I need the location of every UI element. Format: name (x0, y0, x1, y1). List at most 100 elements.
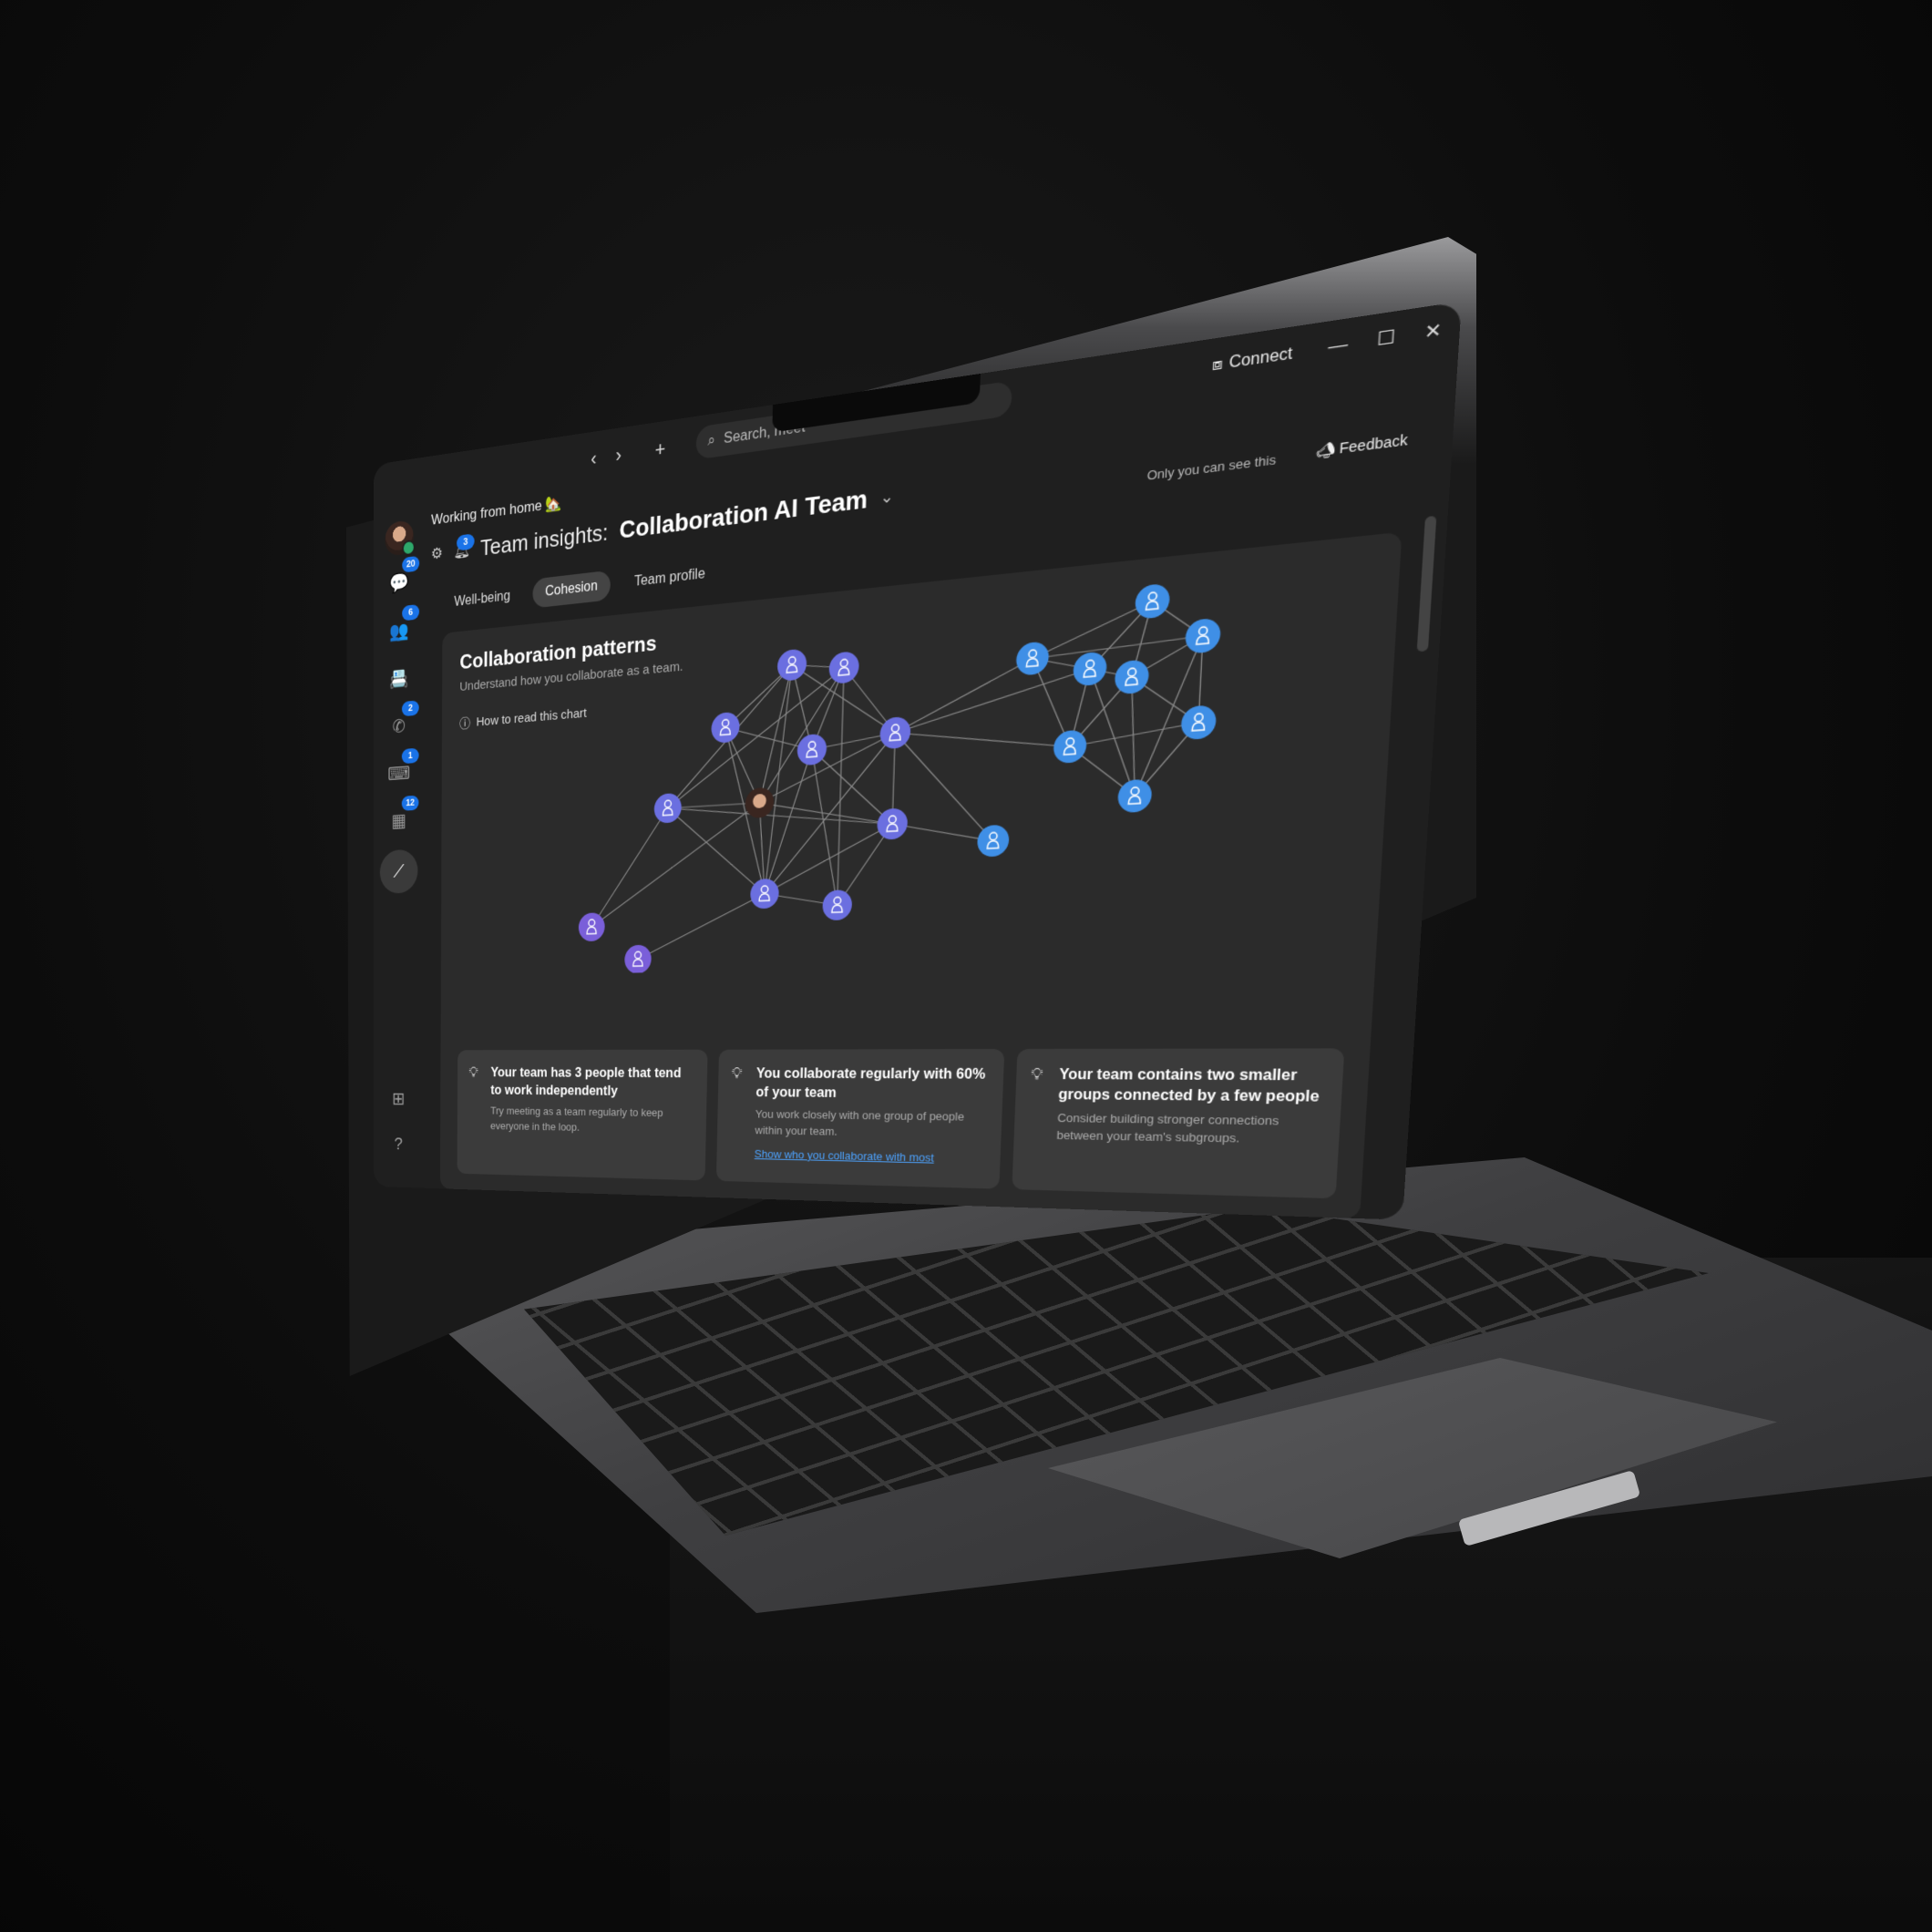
connect-icon: ⧈ (1211, 355, 1224, 375)
network-edge (807, 747, 841, 906)
tab-well-being[interactable]: Well-being (442, 581, 522, 618)
people-icon: 👥 (389, 619, 409, 642)
network-edge (1070, 723, 1198, 747)
network-node[interactable] (653, 792, 683, 824)
rail-badge: 6 (402, 603, 420, 622)
network-node[interactable] (1184, 617, 1222, 654)
search-icon: ⌕ (707, 432, 716, 449)
app-window: ‹ › + ⌕ Search, meet ⧈ Connect — ☐ ✕ 💬 20… (374, 301, 1462, 1220)
apps-add-icon: ⊞ (392, 1088, 406, 1109)
info-icon: ⓘ (459, 716, 471, 732)
network-node[interactable] (1015, 641, 1050, 676)
help-icon: ? (394, 1134, 403, 1154)
lightbulb-icon: 💡︎ (1030, 1064, 1043, 1084)
bell-icon[interactable]: 🔔︎3 (453, 532, 475, 560)
network-node[interactable] (822, 889, 853, 921)
network-edge (765, 733, 895, 894)
insight-card: 💡︎ Your team contains two smaller groups… (1012, 1048, 1345, 1199)
title-bar: ‹ › + ⌕ Search, meet ⧈ Connect — ☐ ✕ (374, 302, 1462, 515)
privacy-note: Only you can see this (1146, 451, 1277, 483)
network-edge (591, 808, 668, 927)
connect-label: Connect (1228, 344, 1293, 373)
chat-icon: 💬 (389, 570, 409, 595)
network-edge (891, 725, 997, 846)
rail-item-help[interactable]: ? (383, 1126, 413, 1161)
rail-item-teams[interactable]: 👥 6 (384, 603, 420, 652)
scrollbar[interactable] (1416, 515, 1437, 653)
network-node[interactable] (624, 944, 652, 974)
rail-item-voicemail[interactable]: ⌨ 1 (384, 747, 419, 793)
presence-indicator (402, 539, 416, 557)
network-node[interactable] (578, 912, 605, 942)
rail-item-messaging[interactable]: 💬 20 (384, 555, 420, 603)
network-node[interactable] (1073, 651, 1108, 687)
megaphone-icon: 📣︎ (1315, 440, 1336, 460)
feedback-label: Feedback (1339, 431, 1409, 457)
collaboration-network (578, 582, 1222, 974)
network-node[interactable] (1053, 729, 1087, 765)
network-node[interactable] (1180, 704, 1218, 741)
rail-badge: 12 (401, 795, 419, 811)
rail-item-apps[interactable]: ⊞ (384, 1082, 414, 1116)
rail-item-contacts[interactable]: 📇 (384, 660, 415, 699)
new-container: + (654, 437, 665, 462)
calendar-icon: ▦ (391, 809, 406, 831)
team-selector[interactable]: Collaboration AI Team (619, 484, 868, 544)
network-node[interactable] (796, 733, 827, 766)
feedback-button[interactable]: 📣︎ Feedback (1315, 431, 1408, 460)
network-node[interactable] (1134, 582, 1171, 620)
contacts-icon: 📇 (389, 667, 409, 690)
rail-item-insights[interactable]: ⟋ (379, 848, 418, 894)
rail-badge: 20 (402, 555, 420, 573)
network-node[interactable] (1117, 778, 1153, 814)
rail-item-calling[interactable]: ✆ 2 (384, 700, 419, 745)
network-edge (667, 795, 893, 836)
insight-body: Consider building stronger connections b… (1056, 1111, 1279, 1146)
network-node[interactable] (828, 651, 860, 684)
insights-icon: ⟋ (393, 860, 405, 882)
insight-title: Your team has 3 people that tend to work… (490, 1065, 682, 1099)
network-node[interactable] (976, 824, 1010, 858)
show-collaborators-link[interactable]: Show who you collaborate with most (755, 1147, 934, 1165)
network-edge (1033, 601, 1153, 659)
insight-card: 💡︎ Your team has 3 people that tend to w… (457, 1049, 708, 1181)
insight-title: Your team contains two smaller groups co… (1057, 1067, 1321, 1105)
chevron-down-icon[interactable]: ⌄ (879, 486, 895, 508)
tab-team-profile[interactable]: Team profile (622, 558, 719, 599)
close-button[interactable]: ✕ (1423, 319, 1442, 344)
network-node[interactable] (1114, 659, 1150, 695)
insight-body: Try meeting as a team regularly to keep … (490, 1105, 663, 1134)
rail-badge: 1 (401, 747, 419, 765)
insight-cards: 💡︎ Your team has 3 people that tend to w… (457, 1048, 1345, 1199)
minimize-button[interactable]: — (1328, 333, 1349, 357)
network-edge (759, 795, 893, 831)
network-edge (838, 668, 844, 906)
new-button[interactable]: + (654, 437, 665, 462)
network-edge (895, 669, 1090, 733)
rail-item-meetings[interactable]: ▦ 12 (384, 795, 419, 839)
rail-badge: 2 (401, 700, 419, 717)
back-button[interactable]: ‹ (591, 447, 597, 471)
avatar[interactable] (385, 519, 416, 557)
network-node-self[interactable] (745, 786, 775, 819)
network-edge (765, 665, 792, 894)
forward-button[interactable]: › (615, 444, 622, 468)
phone-icon: ✆ (392, 715, 406, 737)
network-edge (895, 659, 1033, 734)
network-node[interactable] (877, 807, 909, 840)
maximize-button[interactable]: ☐ (1376, 326, 1395, 351)
network-edge (759, 665, 792, 803)
insight-title: You collaborate regularly with 60% of yo… (755, 1066, 986, 1101)
network-node[interactable] (711, 711, 740, 744)
connect-button[interactable]: ⧈ Connect (1211, 344, 1293, 375)
gear-icon[interactable]: ⚙ (431, 544, 443, 563)
insight-card: 💡︎ You collaborate regularly with 60% of… (716, 1049, 1004, 1189)
nav-controls: ‹ › (591, 444, 622, 471)
voicemail-icon: ⌨ (387, 762, 411, 785)
network-node[interactable] (750, 878, 779, 909)
lightbulb-icon: 💡︎ (731, 1064, 743, 1083)
page-title-prefix: Team insights: (479, 518, 609, 560)
tab-cohesion[interactable]: Cohesion (532, 570, 611, 609)
network-edge (591, 803, 759, 927)
network-node[interactable] (776, 648, 807, 682)
